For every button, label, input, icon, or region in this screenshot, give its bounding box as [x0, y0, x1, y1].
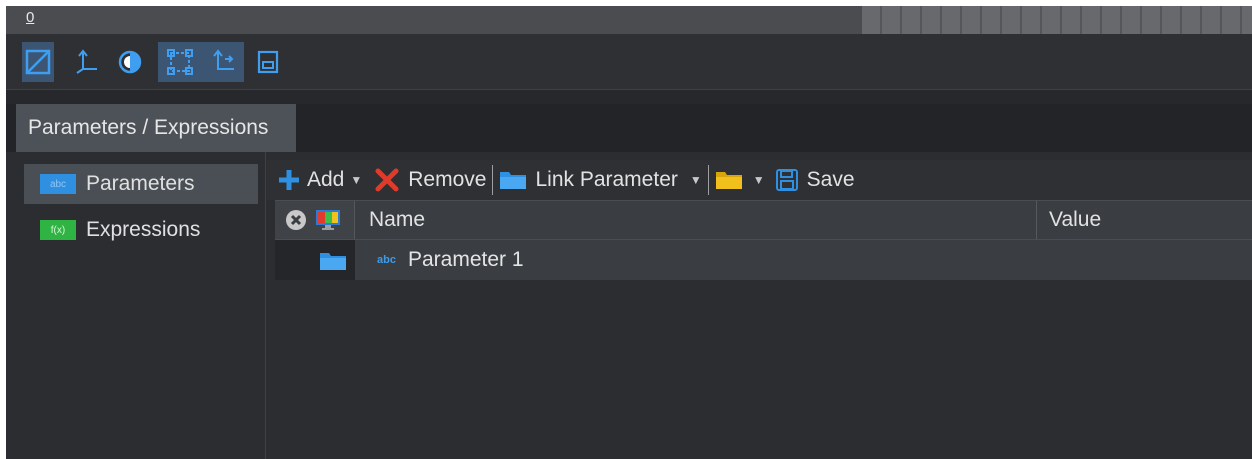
- chevron-down-icon[interactable]: ▼: [753, 173, 765, 187]
- tool-axis-move[interactable]: [202, 42, 244, 82]
- add-button[interactable]: Add ▼: [277, 160, 362, 200]
- sidebar-item-label: Parameters: [86, 172, 195, 195]
- toolbar-separator: [707, 165, 709, 195]
- remove-label: Remove: [408, 168, 487, 191]
- tool-panel-window[interactable]: [252, 42, 284, 82]
- tool-axis-arrow[interactable]: [70, 42, 102, 82]
- bounding-box-icon: [167, 49, 193, 75]
- plus-icon: [279, 170, 299, 190]
- contrast-circle-icon: [118, 50, 142, 74]
- top-label: 0: [26, 9, 35, 26]
- top-strip: 0: [6, 6, 1252, 34]
- chevron-down-icon[interactable]: ▼: [690, 173, 702, 187]
- tool-contrast[interactable]: [114, 42, 146, 82]
- tool-square-slash[interactable]: [22, 42, 54, 82]
- parameter-name[interactable]: Parameter 1: [408, 248, 524, 272]
- save-button[interactable]: Save: [775, 160, 855, 200]
- save-label: Save: [806, 168, 855, 191]
- tool-bounding-box[interactable]: [158, 42, 202, 82]
- folder-yellow-icon: [715, 172, 742, 189]
- monitor-color-icon[interactable]: [315, 209, 341, 231]
- close-circle-icon[interactable]: [285, 209, 307, 231]
- sidebar-item-parameters[interactable]: abc Parameters: [24, 164, 258, 204]
- row-gutter: [275, 240, 355, 280]
- axis-arrow-icon: [76, 49, 97, 74]
- table-row[interactable]: abc Parameter 1: [275, 240, 1252, 280]
- link-parameter-button[interactable]: Link Parameter ▼: [499, 160, 702, 200]
- expressions-icon: f(x): [40, 220, 76, 240]
- panel-window-icon: [257, 50, 279, 74]
- string-type-icon: abc: [377, 254, 396, 266]
- sidebar-item-expressions[interactable]: f(x) Expressions: [24, 210, 258, 250]
- parameters-table: Name Value abc Parameter 1: [275, 200, 1252, 459]
- axis-move-icon: [213, 49, 234, 70]
- tool-row: [6, 34, 1252, 90]
- tab-bar: Parameters / Expressions: [6, 104, 1252, 152]
- link-parameter-label: Link Parameter: [535, 168, 678, 191]
- toolbar: Add ▼ Remove Link Parameter ▼ ▼ Save: [267, 160, 1252, 200]
- tab-parameters-expressions[interactable]: Parameters / Expressions: [16, 104, 296, 152]
- sidebar: abc Parameters f(x) Expressions: [16, 152, 266, 459]
- column-header-name[interactable]: Name: [355, 201, 1037, 239]
- sidebar-item-label: Expressions: [86, 218, 201, 241]
- floppy-disk-icon: [775, 169, 798, 191]
- remove-x-icon: [375, 168, 399, 192]
- main-panel: Add ▼ Remove Link Parameter ▼ ▼ Save Nam…: [267, 152, 1252, 459]
- row-body[interactable]: abc Parameter 1: [355, 240, 1252, 280]
- square-slash-icon: [25, 49, 51, 75]
- remove-button[interactable]: Remove: [374, 160, 486, 200]
- app-window: 0 Parameters / Expressions abc Parameter…: [6, 6, 1252, 459]
- folder-blue-icon: [500, 172, 527, 189]
- add-label: Add: [307, 168, 345, 191]
- header-icons-cell: [275, 201, 355, 239]
- chevron-down-icon[interactable]: ▼: [350, 173, 362, 187]
- parameters-icon: abc: [40, 174, 76, 194]
- separator-band: [6, 90, 1252, 104]
- timeline-ruler[interactable]: [862, 6, 1252, 34]
- open-folder-button[interactable]: ▼: [715, 160, 765, 200]
- table-header: Name Value: [275, 200, 1252, 240]
- column-header-value[interactable]: Value: [1037, 201, 1252, 239]
- toolbar-separator: [492, 165, 494, 195]
- folder-blue-icon[interactable]: [319, 250, 347, 272]
